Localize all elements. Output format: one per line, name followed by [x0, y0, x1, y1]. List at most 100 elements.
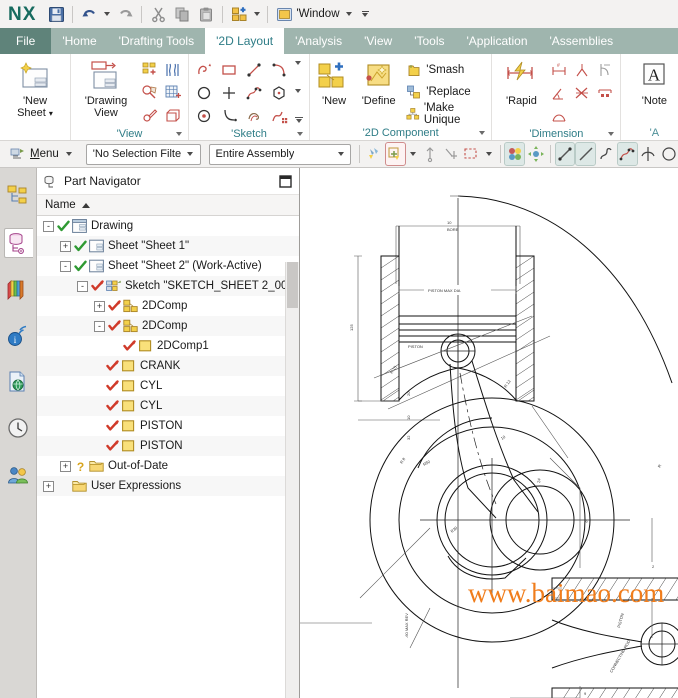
- polygon-icon[interactable]: [268, 82, 290, 104]
- tree-row-check[interactable]: [106, 360, 119, 373]
- tree-row[interactable]: -Drawing: [37, 216, 299, 236]
- tab-view[interactable]: 'View: [353, 28, 403, 54]
- angular-dimension-icon[interactable]: [548, 82, 570, 104]
- tab-file[interactable]: File: [0, 28, 51, 54]
- save-icon[interactable]: [45, 3, 67, 25]
- tab-application[interactable]: 'Application: [456, 28, 539, 54]
- rectangle-select-icon[interactable]: [462, 143, 481, 165]
- radial-dimension-icon[interactable]: [571, 59, 593, 81]
- copy-icon[interactable]: [171, 3, 193, 25]
- select-mode-dropdown-icon[interactable]: [486, 152, 492, 156]
- scope-combo[interactable]: Entire Assembly: [209, 144, 352, 165]
- arc-length-dimension-icon[interactable]: [571, 105, 593, 127]
- tab-tools[interactable]: 'Tools: [403, 28, 455, 54]
- tree-row[interactable]: CYL: [37, 376, 299, 396]
- sketch-caret-2-icon[interactable]: [295, 89, 301, 93]
- tree-row-check[interactable]: [57, 220, 70, 233]
- studio-spline-icon[interactable]: [243, 82, 265, 104]
- tree-expander[interactable]: +: [60, 461, 71, 472]
- add-component-icon[interactable]: [228, 3, 250, 25]
- scope-dropdown-icon[interactable]: [334, 147, 347, 162]
- assembly-navigator-icon[interactable]: [4, 182, 32, 210]
- menu-dropdown-icon[interactable]: [66, 152, 72, 156]
- checkmark-red-icon[interactable]: [108, 300, 121, 313]
- add-component-dropdown-icon[interactable]: [254, 12, 260, 16]
- checkmark-red-icon[interactable]: [106, 400, 119, 413]
- tree-row-check[interactable]: [108, 300, 121, 313]
- view-dialog-launcher-icon[interactable]: [176, 132, 182, 136]
- checkmark-red-icon[interactable]: [106, 440, 119, 453]
- smash-button[interactable]: 'Smash: [405, 59, 487, 80]
- checkmark-green-icon[interactable]: [74, 240, 87, 253]
- view-edit-icon[interactable]: [139, 105, 161, 127]
- window-dropdown-icon[interactable]: [346, 12, 352, 16]
- tab-home[interactable]: 'Home: [51, 28, 107, 54]
- history-icon[interactable]: [4, 414, 32, 442]
- make-unique-button[interactable]: 'Make Unique: [405, 103, 487, 124]
- part-navigator-tree[interactable]: -Drawing+Sheet "Sheet 1"-Sheet "Sheet 2"…: [37, 216, 299, 698]
- tree-row-check[interactable]: [106, 440, 119, 453]
- tree-scrollbar-thumb[interactable]: [287, 262, 298, 308]
- checkmark-red-icon[interactable]: [123, 340, 136, 353]
- hole-callout-icon[interactable]: [548, 105, 570, 127]
- component-dialog-launcher-icon[interactable]: [479, 131, 485, 135]
- tree-expander[interactable]: -: [60, 261, 71, 272]
- pattern-curve-icon[interactable]: [268, 105, 290, 127]
- view-table-icon[interactable]: [162, 82, 184, 104]
- sketch-caret-1-icon[interactable]: [295, 61, 301, 65]
- sort-ascending-icon[interactable]: [82, 203, 90, 208]
- circle-icon[interactable]: [193, 82, 215, 104]
- add-selection-icon[interactable]: [386, 143, 405, 165]
- move-objects-icon[interactable]: [526, 143, 545, 165]
- tree-row-check[interactable]: [91, 280, 104, 293]
- hd3d-tools-icon[interactable]: i: [4, 322, 32, 350]
- selection-dropdown-icon[interactable]: [410, 152, 416, 156]
- part-navigator-icon[interactable]: [4, 228, 33, 258]
- tree-row-check[interactable]: ?: [74, 460, 87, 473]
- studio-spline-icon[interactable]: [618, 143, 637, 165]
- redo-icon[interactable]: [114, 3, 136, 25]
- web-browser-icon[interactable]: [4, 368, 32, 396]
- roles-icon[interactable]: [4, 460, 32, 488]
- tree-row[interactable]: -Sheet "Sheet 2" (Work-Active): [37, 256, 299, 276]
- tab-assemblies[interactable]: 'Assemblies: [539, 28, 625, 54]
- tree-row-check[interactable]: [57, 480, 70, 493]
- undo-icon[interactable]: [78, 3, 100, 25]
- checkmark-red-icon[interactable]: [106, 420, 119, 433]
- selection-priority-icon[interactable]: [365, 143, 384, 165]
- new-2d-component-button[interactable]: 'New: [314, 59, 354, 109]
- detail-view-icon[interactable]: [139, 82, 161, 104]
- tab-2d-layout[interactable]: '2D Layout: [205, 28, 284, 54]
- tree-column-header[interactable]: Name: [37, 195, 299, 216]
- tree-expander[interactable]: -: [77, 281, 88, 292]
- infinite-line-icon[interactable]: [576, 143, 595, 165]
- tree-row-check[interactable]: [108, 320, 121, 333]
- drawing-view-button[interactable]: 'DrawingView: [75, 59, 137, 121]
- tree-row[interactable]: CRANK: [37, 356, 299, 376]
- tree-row-check[interactable]: [106, 380, 119, 393]
- checkmark-green-icon[interactable]: [57, 220, 70, 233]
- show-hide-objects-icon[interactable]: [505, 143, 524, 165]
- tree-row-check[interactable]: [74, 260, 87, 273]
- tree-expander[interactable]: -: [94, 321, 105, 332]
- tree-expander[interactable]: +: [43, 481, 54, 492]
- checkmark-red-icon[interactable]: [108, 320, 121, 333]
- offset-curve-icon[interactable]: [243, 105, 265, 127]
- menu-button[interactable]: Menu: [4, 144, 81, 165]
- paste-icon[interactable]: [195, 3, 217, 25]
- profile-icon[interactable]: [193, 59, 215, 81]
- line-icon[interactable]: [243, 59, 265, 81]
- dimension-more-icon[interactable]: [594, 105, 616, 127]
- circle-tool-icon[interactable]: [659, 143, 678, 165]
- view-break-icon[interactable]: [162, 59, 184, 81]
- view-layout-icon[interactable]: [139, 59, 161, 81]
- checkmark-green-icon[interactable]: [74, 260, 87, 273]
- top-down-selection-icon[interactable]: [421, 143, 440, 165]
- replace-button[interactable]: 'Replace: [405, 81, 487, 102]
- new-sheet-button[interactable]: 'NewSheet ▾: [4, 59, 66, 122]
- view-boundary-icon[interactable]: [162, 105, 184, 127]
- tree-expander[interactable]: -: [43, 221, 54, 232]
- checkmark-red-icon[interactable]: [106, 380, 119, 393]
- fillet-icon[interactable]: [218, 105, 240, 127]
- tree-row[interactable]: 2DComp1: [37, 336, 299, 356]
